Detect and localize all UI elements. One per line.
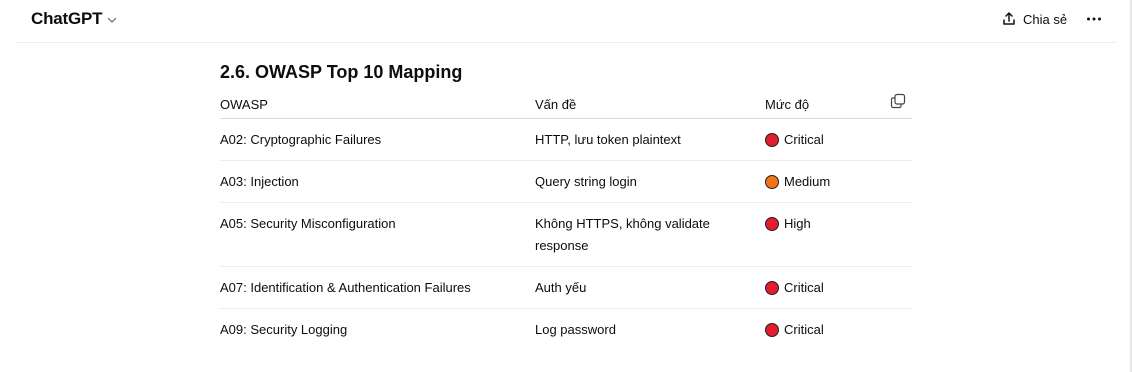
owasp-cell: A09: Security Logging [220,322,348,337]
app-title: ChatGPT [31,9,103,28]
severity-orange-circle-icon [765,175,779,189]
owasp-cell: A07: Identification & Authentication Fai… [220,280,471,295]
table-header-row: OWASP Vấn đề Mức độ [220,90,912,119]
issue-cell: Log password [535,322,616,337]
owasp-cell: A03: Injection [220,174,299,189]
column-header-issue: Vấn đề [535,90,765,119]
share-upload-icon [1003,12,1015,25]
severity-red-circle-icon [765,323,779,337]
issue-cell: HTTP, lưu token plaintext [535,132,681,147]
severity-label: Medium [784,174,831,189]
severity-label: Critical [784,132,824,147]
severity-label: Critical [784,280,824,295]
severity-cell: Critical [765,119,912,160]
copy-icon[interactable] [890,93,906,109]
table-row: A05: Security Misconfiguration Không HTT… [220,202,912,267]
severity-label: High [784,216,811,231]
table-row: A02: Cryptographic Failures HTTP, lưu to… [220,118,912,161]
column-header-owasp: OWASP [220,90,535,119]
table-row: A09: Security Logging Log password Criti… [220,309,912,351]
severity-label: Critical [784,322,824,337]
header-divider [16,42,1116,43]
owasp-cell: A02: Cryptographic Failures [220,132,382,147]
share-button[interactable]: Chia sẻ [1001,8,1067,30]
share-label: Chia sẻ [1023,11,1068,27]
issue-cell: Auth yếu [535,280,587,295]
issue-cell: Không HTTPS, không validate response [535,216,710,253]
table-row: A07: Identification & Authentication Fai… [220,266,912,309]
severity-cell: Critical [765,267,912,308]
message-content: 2.6. OWASP Top 10 Mapping OWASP Vấn đề M… [220,58,912,350]
chatgpt-page: ChatGPT Chia sẻ 2.6. OWASP Top 10 Mappin… [0,0,1132,372]
severity-red-circle-icon [765,281,779,295]
more-options-button[interactable] [1084,8,1104,30]
table-row: A03: Injection Query string login Medium [220,160,912,203]
severity-cell: Medium [765,161,912,202]
issue-cell: Query string login [535,174,637,189]
chevron-down-icon [108,17,117,23]
severity-red-circle-icon [765,133,779,147]
severity-cell: High [765,203,912,244]
severity-red-circle-icon [765,217,779,231]
owasp-cell: A05: Security Misconfiguration [220,216,396,231]
section-title: 2.6. OWASP Top 10 Mapping [220,62,463,82]
top-bar: ChatGPT Chia sẻ [0,0,1132,42]
model-selector[interactable]: ChatGPT [31,9,118,29]
owasp-table: OWASP Vấn đề Mức độ A02: Cryptographic F… [220,90,912,350]
severity-cell: Critical [765,309,912,350]
more-horizontal-icon [1087,17,1101,21]
